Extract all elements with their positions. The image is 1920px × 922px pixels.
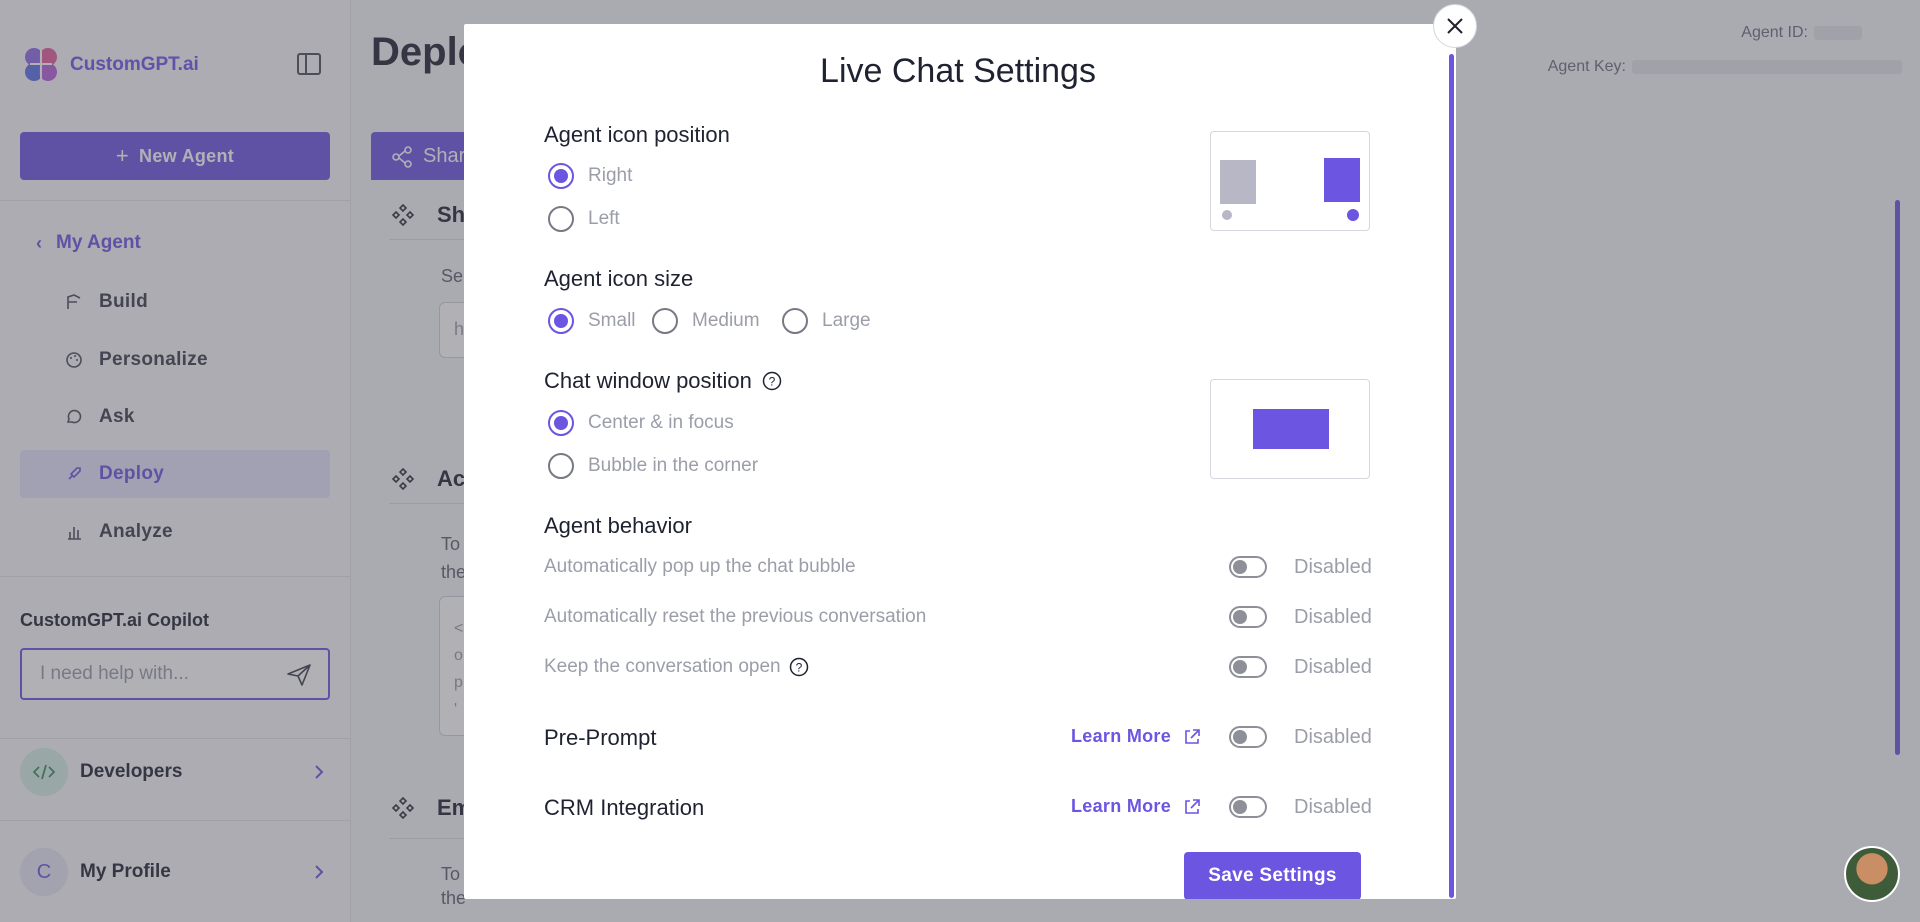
radio-unselected[interactable] — [548, 453, 574, 479]
learn-more-label: Learn More — [1071, 796, 1172, 816]
svg-text:?: ? — [769, 375, 776, 389]
close-icon — [1447, 18, 1463, 34]
radio-icon-size-small[interactable]: Small — [548, 308, 636, 334]
modal-scrollbar[interactable] — [1449, 54, 1454, 898]
crm-learn-more-link[interactable]: Learn More — [1071, 796, 1201, 817]
close-modal-button[interactable] — [1433, 4, 1477, 48]
pre-prompt-learn-more-link[interactable]: Learn More — [1071, 726, 1201, 747]
window-position-text: Chat window position — [544, 368, 752, 393]
radio-label: Left — [588, 208, 620, 229]
live-chat-settings-modal: Live Chat Settings Agent icon position R… — [464, 24, 1456, 899]
radio-unselected[interactable] — [548, 206, 574, 232]
radio-label: Bubble in the corner — [588, 455, 759, 476]
icon-position-preview-graphic — [1220, 158, 1360, 221]
pre-prompt-label: Pre-Prompt — [544, 725, 657, 750]
reset-toggle[interactable] — [1229, 606, 1267, 628]
behavior-row-reset: Automatically reset the previous convers… — [544, 606, 926, 628]
save-settings-button[interactable]: Save Settings — [1184, 852, 1361, 899]
toggle-status: Disabled — [1294, 726, 1372, 748]
radio-label: Right — [588, 165, 633, 186]
crm-toggle[interactable] — [1229, 796, 1267, 818]
radio-label: Center & in focus — [588, 412, 734, 433]
help-icon[interactable]: ? — [762, 371, 782, 391]
radio-unselected[interactable] — [652, 308, 678, 334]
radio-selected[interactable] — [548, 163, 574, 189]
crm-label: CRM Integration — [544, 795, 705, 820]
behavior-row-label: Automatically pop up the chat bubble — [544, 556, 856, 577]
radio-selected[interactable] — [548, 308, 574, 334]
toggle-status: Disabled — [1294, 606, 1372, 628]
behavior-row-popup: Automatically pop up the chat bubble — [544, 556, 856, 578]
radio-icon-position-left[interactable]: Left — [548, 206, 620, 232]
radio-window-center[interactable]: Center & in focus — [548, 410, 734, 436]
window-position-preview-graphic — [1253, 409, 1329, 449]
radio-label: Medium — [692, 310, 760, 331]
behavior-label: Agent behavior — [544, 513, 692, 538]
icon-position-preview — [1210, 131, 1370, 231]
radio-selected[interactable] — [548, 410, 574, 436]
keep-open-toggle[interactable] — [1229, 656, 1267, 678]
radio-window-bubble[interactable]: Bubble in the corner — [548, 453, 758, 479]
radio-icon-position-right[interactable]: Right — [548, 163, 632, 189]
toggle-status: Disabled — [1294, 796, 1372, 818]
behavior-row-label: Automatically reset the previous convers… — [544, 606, 927, 627]
radio-label: Small — [588, 310, 636, 331]
window-position-preview — [1210, 379, 1370, 479]
external-link-icon — [1185, 728, 1200, 744]
window-position-label: Chat window position ? — [544, 368, 782, 394]
radio-icon-size-large[interactable]: Large — [782, 308, 871, 334]
pre-prompt-toggle[interactable] — [1229, 726, 1267, 748]
icon-position-label: Agent icon position — [544, 122, 730, 147]
behavior-row-label: Keep the conversation open — [544, 656, 781, 677]
radio-label: Large — [822, 310, 871, 331]
toggle-status: Disabled — [1294, 556, 1372, 578]
radio-icon-size-medium[interactable]: Medium — [652, 308, 760, 334]
support-chat-avatar[interactable] — [1844, 846, 1900, 902]
popup-toggle[interactable] — [1229, 556, 1267, 578]
help-icon[interactable]: ? — [789, 657, 809, 677]
icon-size-label: Agent icon size — [544, 266, 694, 291]
svg-text:?: ? — [795, 661, 802, 675]
behavior-row-keep-open: Keep the conversation open ? — [544, 656, 809, 678]
learn-more-label: Learn More — [1071, 726, 1172, 746]
external-link-icon — [1185, 798, 1200, 814]
radio-unselected[interactable] — [782, 308, 808, 334]
toggle-status: Disabled — [1294, 656, 1372, 678]
modal-title: Live Chat Settings — [820, 52, 1096, 90]
